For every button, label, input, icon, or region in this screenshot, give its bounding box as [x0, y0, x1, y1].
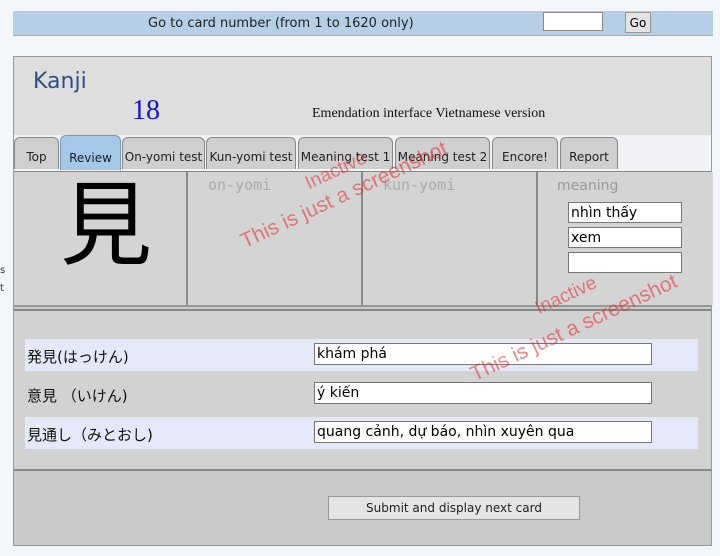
card-header: Kanji 18 Emendation interface Vietnamese…: [14, 57, 711, 135]
meaning-label: meaning: [557, 178, 619, 194]
tab-encore[interactable]: Encore!: [492, 137, 558, 169]
kanji-character: 見: [60, 172, 153, 279]
word-meaning-input[interactable]: [314, 343, 652, 365]
tab-review[interactable]: Review: [60, 135, 121, 170]
goto-card-label: Go to card number (from 1 to 1620 only): [148, 16, 414, 31]
goto-card-bar: Go to card number (from 1 to 1620 only) …: [13, 11, 713, 36]
card-number: 18: [132, 95, 160, 126]
kunyomi-label: kun-yomi: [383, 176, 456, 194]
tab-kunyomi-test[interactable]: Kun-yomi test: [206, 137, 296, 169]
meaning-cell: meaning: [538, 172, 713, 305]
kanji-cell: 見: [14, 172, 188, 305]
interface-note: Emendation interface Vietnamese version: [312, 106, 546, 121]
word-row: 発見(はっけん): [25, 339, 698, 371]
meaning-input-3[interactable]: [568, 252, 682, 273]
card-number-input[interactable]: [543, 12, 603, 31]
tab-top[interactable]: Top: [14, 137, 59, 169]
stray-edge-char: s: [0, 265, 6, 276]
word-label: 意見 （いけん): [27, 387, 128, 405]
word-row: 見通し（みとおし): [25, 417, 698, 449]
onyomi-label: on-yomi: [208, 176, 272, 194]
kanji-card-panel: Kanji 18 Emendation interface Vietnamese…: [13, 56, 713, 546]
tab-bar: Top Review On-yomi test Kun-yomi test Me…: [14, 135, 711, 172]
onyomi-cell: on-yomi: [188, 172, 363, 305]
meaning-input-1[interactable]: [568, 202, 682, 223]
submit-next-button[interactable]: Submit and display next card: [328, 496, 580, 520]
app-title: Kanji: [33, 69, 87, 94]
tab-onyomi-test[interactable]: On-yomi test: [122, 137, 205, 169]
word-label: 発見(はっけん): [27, 348, 129, 366]
tab-meaning-test-2[interactable]: Meaning test 2: [395, 137, 490, 169]
word-row: 意見 （いけん): [25, 378, 698, 410]
word-meaning-input[interactable]: [314, 421, 652, 443]
word-meaning-input[interactable]: [314, 382, 652, 404]
word-label: 見通し（みとおし): [27, 426, 153, 444]
tab-report[interactable]: Report: [560, 137, 618, 169]
go-button[interactable]: Go: [625, 12, 651, 33]
stray-edge-char: t: [0, 283, 4, 294]
kanji-info-row: 見 on-yomi kun-yomi meaning: [14, 172, 713, 307]
example-words: 発見(はっけん) 意見 （いけん) 見通し（みとおし): [14, 309, 711, 471]
tab-meaning-test-1[interactable]: Meaning test 1: [298, 137, 393, 169]
kunyomi-cell: kun-yomi: [363, 172, 538, 305]
meaning-input-2[interactable]: [568, 227, 682, 248]
